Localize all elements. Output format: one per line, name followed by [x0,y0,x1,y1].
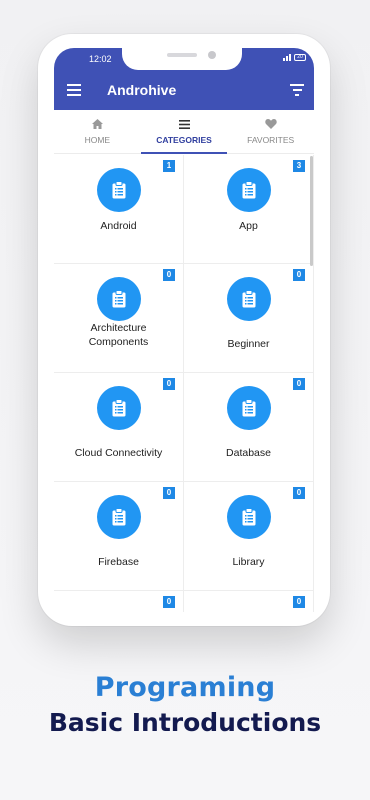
category-card[interactable]: 0 Firebase [54,482,184,591]
count-badge: 0 [163,269,175,281]
clipboard-icon [227,495,271,539]
category-card[interactable]: 0 [184,591,314,612]
category-card[interactable]: 0 Beginner [184,264,314,373]
count-badge: 0 [293,269,305,281]
category-card[interactable]: 0 Library [184,482,314,591]
app-bar: Androhive [54,70,314,110]
scrollbar[interactable] [310,156,313,266]
clipboard-icon [227,168,271,212]
clipboard-icon [97,386,141,430]
category-label: Architecture Components [88,322,149,348]
category-card[interactable]: 0 Architecture Components [54,264,184,373]
home-icon [54,119,141,133]
camera-icon [208,51,216,59]
category-label: Android [100,220,137,232]
clipboard-icon [97,277,141,321]
count-badge: 1 [163,160,175,172]
tab-categories[interactable]: CATEGORIES [140,110,228,154]
phone-frame: 12:02 20 Androhive HOME CATEGORIES FAVOR… [38,34,330,626]
speaker-grill [167,53,197,57]
category-label: Cloud Connectivity [74,447,163,459]
category-label: Firebase [98,556,139,568]
category-card[interactable]: 1 Android [54,155,184,264]
signal-icon [283,54,291,61]
status-time: 12:02 [89,54,112,64]
promo-subline: Basic Introductions [48,708,322,737]
tab-home-label: HOME [84,135,111,145]
category-label: Database [226,447,271,459]
app-title: Androhive [107,82,177,98]
promo-headline: Programing [94,672,276,703]
filter-icon[interactable] [290,84,304,96]
tab-categories-label: CATEGORIES [156,135,212,145]
count-badge: 0 [293,378,305,390]
status-icons: 20 [283,54,306,61]
count-badge: 0 [163,487,175,499]
category-card[interactable]: 0 Database [184,373,314,482]
menu-icon[interactable] [67,84,81,96]
count-badge: 3 [293,160,305,172]
count-badge: 0 [293,596,305,608]
battery-icon: 20 [294,54,306,61]
count-badge: 0 [293,487,305,499]
clipboard-icon [97,495,141,539]
category-grid: 1 Android 3 App 0 Architecture Component… [54,155,314,612]
category-card[interactable]: 0 Cloud Connectivity [54,373,184,482]
category-label: Beginner [227,338,270,350]
app-screen: 12:02 20 Androhive HOME CATEGORIES FAVOR… [54,48,314,612]
clipboard-icon [97,168,141,212]
camera-notch [122,48,242,70]
list-icon [141,119,228,133]
tab-home[interactable]: HOME [54,110,141,153]
heart-icon [227,119,314,133]
count-badge: 0 [163,596,175,608]
clipboard-icon [227,277,271,321]
category-label: Library [232,556,265,568]
category-card[interactable]: 0 [54,591,184,612]
tab-favorites-label: FAVORITES [247,135,295,145]
tab-favorites[interactable]: FAVORITES [227,110,314,153]
status-bar: 12:02 20 [54,48,314,70]
clipboard-icon [227,386,271,430]
category-card[interactable]: 3 App [184,155,314,264]
category-label: App [239,220,258,232]
count-badge: 0 [163,378,175,390]
tab-bar: HOME CATEGORIES FAVORITES [54,110,314,154]
